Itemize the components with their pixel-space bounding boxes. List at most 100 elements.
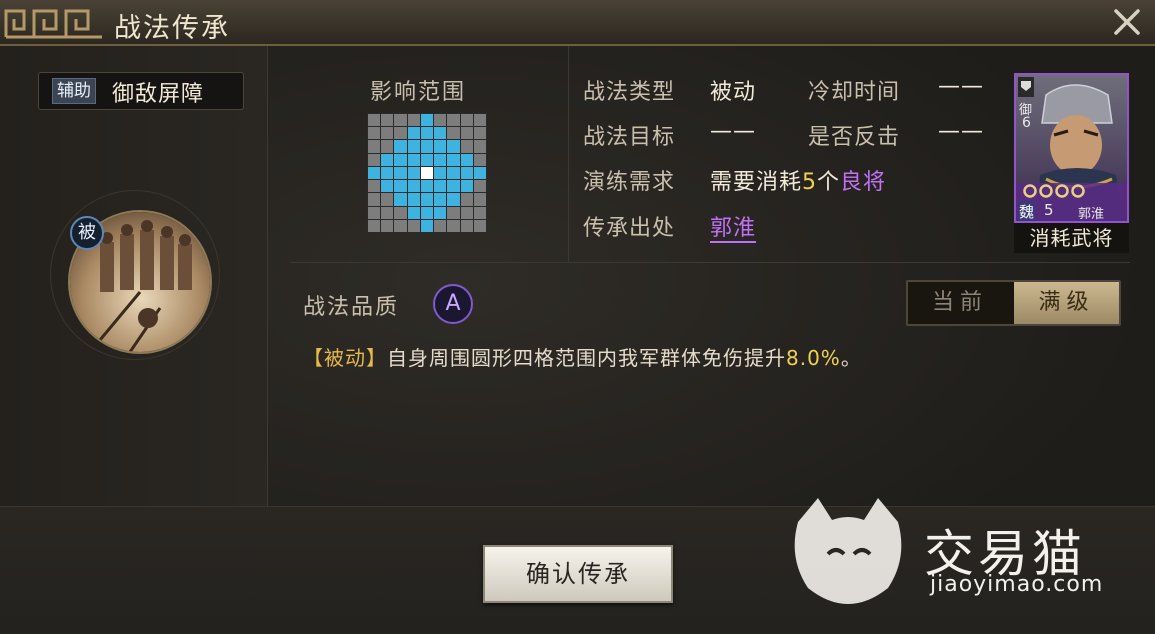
- range-cell: [394, 127, 407, 140]
- general-card[interactable]: 御 6 魏 5 郭淮: [1014, 73, 1129, 223]
- range-cell: [381, 140, 394, 153]
- description-value: 8.0%: [786, 346, 841, 370]
- consume-general-caption: 消耗武将: [1014, 223, 1129, 253]
- range-cell: [368, 127, 381, 140]
- source-value[interactable]: 郭淮: [710, 210, 757, 243]
- skill-type-value: 被动: [710, 80, 757, 105]
- drill-requirement-label: 演练需求: [583, 170, 676, 195]
- horizontal-divider: [290, 262, 1130, 263]
- range-cell: [447, 219, 460, 232]
- range-cell-active: [407, 140, 420, 153]
- description-text: 自身周围圆形四格范围内我军群体免伤提升: [387, 346, 786, 370]
- range-cell: [368, 206, 381, 219]
- toggle-max-level-button[interactable]: 满级: [1014, 282, 1119, 324]
- range-cell: [473, 153, 486, 166]
- range-cell-active: [447, 193, 460, 206]
- drill-unit: 个: [817, 170, 841, 195]
- range-cell-active: [368, 166, 381, 180]
- range-cell-active: [407, 180, 420, 193]
- toggle-current-button[interactable]: 当前: [908, 282, 1012, 324]
- range-cell-active: [434, 193, 447, 206]
- range-cell: [368, 180, 381, 193]
- quality-label: 战法品质: [303, 295, 400, 320]
- range-cell-active: [447, 153, 460, 166]
- range-cell: [381, 193, 394, 206]
- range-cell: [434, 114, 447, 127]
- general-portrait-icon: [1016, 75, 1127, 221]
- range-cell-active: [394, 193, 407, 206]
- range-cell-active: [434, 127, 447, 140]
- skill-type-label: 战法类型: [583, 80, 676, 105]
- general-name: 郭淮: [1078, 207, 1105, 222]
- dialog-title: 战法传承: [114, 13, 230, 44]
- counterattack-value: ——: [938, 119, 984, 144]
- range-cell: [473, 140, 486, 153]
- skill-name: 御敌屏障: [112, 82, 205, 107]
- range-label: 影响范围: [370, 80, 467, 105]
- range-cell-active: [407, 206, 420, 219]
- description-end: 。: [840, 346, 862, 370]
- range-cell-active: [381, 153, 394, 166]
- range-cell-active: [394, 166, 407, 180]
- range-cell-active: [434, 140, 447, 153]
- source-general-link[interactable]: 郭淮: [710, 216, 757, 243]
- range-cell: [460, 193, 473, 206]
- close-icon[interactable]: [1111, 6, 1143, 38]
- counterattack-label: 是否反击: [808, 125, 901, 150]
- range-cell-active: [420, 153, 434, 166]
- range-cell: [394, 114, 407, 127]
- range-cell-active: [420, 114, 434, 127]
- drill-requirement-value: 需要消耗5个良将: [710, 164, 886, 196]
- range-cell: [473, 127, 486, 140]
- skill-description: 【被动】自身周围圆形四格范围内我军群体免伤提升8.0%。: [303, 342, 862, 371]
- range-cell: [473, 180, 486, 193]
- range-cell-active: [420, 193, 434, 206]
- range-cell-active: [460, 166, 473, 180]
- title-ornament-icon: [4, 9, 102, 39]
- range-cell-active: [434, 206, 447, 219]
- range-cell-active: [394, 153, 407, 166]
- range-cell: [460, 127, 473, 140]
- range-cell: [460, 219, 473, 232]
- range-cell: [368, 140, 381, 153]
- range-cell: [368, 219, 381, 232]
- range-cell-active: [381, 180, 394, 193]
- range-cell: [434, 219, 447, 232]
- confirm-inherit-button[interactable]: 确认传承: [483, 545, 673, 603]
- range-cell: [473, 193, 486, 206]
- range-cell: [460, 140, 473, 153]
- range-cell: [381, 206, 394, 219]
- range-cell: [473, 206, 486, 219]
- range-cell-active: [447, 140, 460, 153]
- range-cell-active: [407, 127, 420, 140]
- range-cell: [447, 206, 460, 219]
- general-rank-number: 6: [1022, 115, 1031, 131]
- passive-badge: 被: [70, 216, 104, 250]
- range-cell: [460, 206, 473, 219]
- range-cell-active: [447, 180, 460, 193]
- description-tag: 【被动】: [303, 346, 387, 370]
- range-cell-active: [434, 166, 447, 180]
- range-cell-active: [420, 140, 434, 153]
- range-cell-center: [420, 166, 434, 180]
- range-cell: [381, 114, 394, 127]
- range-cell-active: [407, 153, 420, 166]
- vertical-divider: [568, 46, 569, 262]
- range-cell: [473, 114, 486, 127]
- range-cell-active: [473, 166, 486, 180]
- range-cell-active: [434, 153, 447, 166]
- range-cell: [407, 219, 420, 232]
- range-cell: [368, 153, 381, 166]
- range-cell-active: [420, 206, 434, 219]
- general-faction: 魏: [1018, 201, 1036, 221]
- title-bar: 战法传承: [0, 0, 1155, 46]
- range-cell-active: [460, 153, 473, 166]
- watermark-cat-logo-icon: [794, 498, 902, 604]
- range-cell-active: [420, 127, 434, 140]
- cooldown-label: 冷却时间: [808, 80, 901, 105]
- range-cell: [407, 114, 420, 127]
- drill-count: 5: [802, 170, 818, 195]
- drill-item: 良将: [840, 170, 887, 195]
- range-cell: [447, 127, 460, 140]
- range-cell-active: [447, 166, 460, 180]
